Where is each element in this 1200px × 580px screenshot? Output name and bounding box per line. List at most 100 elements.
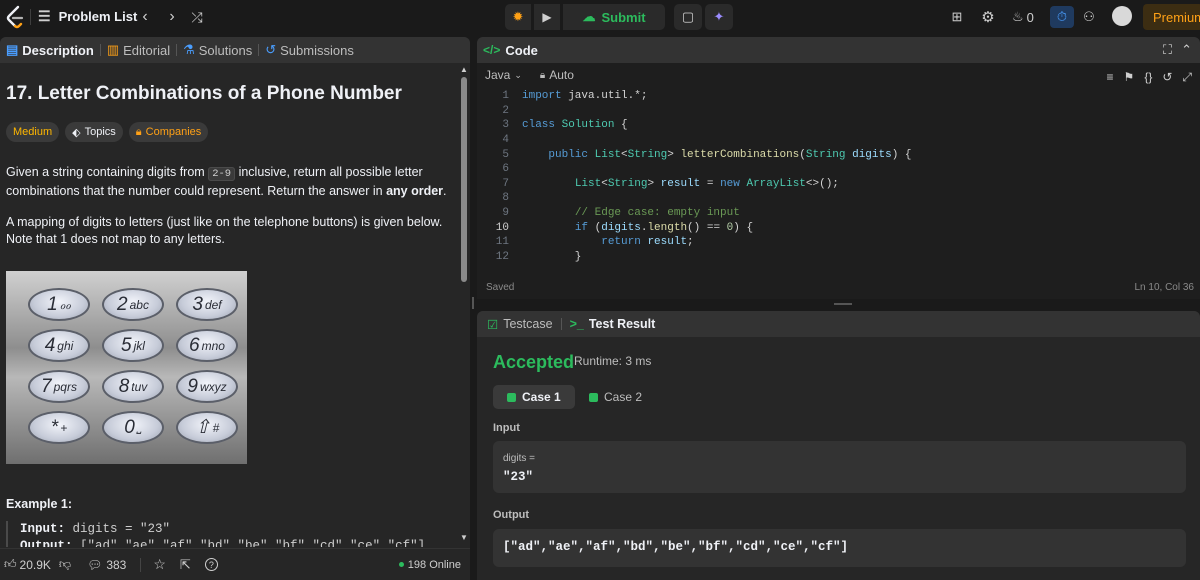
bookmark-icon[interactable]: ⚑ <box>1124 70 1135 85</box>
expand-icon[interactable]: ⛶ <box>1163 42 1172 58</box>
companies-label: Companies <box>145 126 202 138</box>
key-digit: 8 <box>118 375 130 397</box>
description-scrollbar[interactable]: ▲ ▼ <box>460 65 468 545</box>
book-icon: ▥ <box>106 42 120 57</box>
case-1-tab[interactable]: Case 1 <box>493 385 575 409</box>
add-friend-icon[interactable]: ⚇ <box>1079 7 1099 27</box>
ai-assist-button[interactable]: ✦ <box>705 4 733 30</box>
tab-editorial[interactable]: ▥ Editorial <box>101 42 176 58</box>
submit-button[interactable]: ☁ Submit <box>563 4 665 30</box>
statement-part-3: . <box>443 184 447 198</box>
result-panel: ☑ Testcase >_ Test Result Accepted Runti… <box>477 311 1200 580</box>
online-dot <box>398 562 404 567</box>
streak-count: 0 <box>1026 9 1034 25</box>
code-line[interactable]: 8 <box>477 191 1200 206</box>
terminal-icon: >_ <box>569 317 584 331</box>
braces-icon[interactable]: {} <box>1144 70 1152 85</box>
key-letters: ℴℴ <box>59 297 71 312</box>
streak-counter[interactable]: ♨ 0 <box>1012 7 1040 27</box>
phone-keypad-image: 1 ℴℴ 2 abc 3 def 4 ghi 5 jkl 6 mno 7 pqrs 8 tuv 9 wxyz * +0… <box>6 271 247 464</box>
format-icon[interactable]: ≡ <box>1107 70 1114 85</box>
code-line[interactable]: 7 List<String> result = new ArrayList<>(… <box>477 177 1200 192</box>
code-text: return result; <box>601 236 694 249</box>
tab-test-result[interactable]: >_ Test Result <box>570 317 656 331</box>
auto-mode-toggle[interactable]: 🔒︎ Auto <box>540 68 574 82</box>
key-digit: 0 <box>124 416 135 438</box>
key-digit: 1 <box>47 293 58 315</box>
example-input: digits = "23" <box>65 522 171 536</box>
avatar[interactable] <box>1112 6 1132 26</box>
key-letters: ghi <box>57 338 74 353</box>
share-icon[interactable]: ⇱ <box>180 557 191 573</box>
problem-statement: Given a string containing digits from 2-… <box>6 164 451 200</box>
fullscreen-icon[interactable]: ⤢ <box>1182 70 1192 85</box>
keypad-key: 8 tuv <box>102 370 164 403</box>
tab-description[interactable]: ▤ Description <box>0 42 100 58</box>
companies-tag[interactable]: 🔒︎ Companies <box>128 122 209 142</box>
tab-solutions[interactable]: ⚗ Solutions <box>177 42 258 58</box>
comment-count: 383 <box>106 557 127 572</box>
debug-button[interactable]: ✹ <box>505 4 531 30</box>
scroll-thumb[interactable] <box>461 77 467 282</box>
input-value: "23" <box>503 470 534 484</box>
premium-button[interactable]: Premium <box>1143 4 1200 30</box>
code-text: List<String> result = new ArrayList<>(); <box>574 177 839 190</box>
case-1-label: Case 1 <box>522 390 561 404</box>
gear-icon[interactable]: ⚙ <box>978 7 998 27</box>
tab-submissions[interactable]: ↺ Submissions <box>259 42 360 58</box>
case-2-label: Case 2 <box>604 390 643 404</box>
flask-icon: ⚗ <box>183 42 195 57</box>
layout-grid-icon[interactable]: ⊞ <box>947 7 967 27</box>
keypad-key: 1 ℴℴ <box>28 288 90 321</box>
key-digit: 2 <box>117 293 128 315</box>
key-letters: abc <box>129 297 149 312</box>
help-icon[interactable]: ? <box>204 558 218 571</box>
problem-title[interactable]: 17. Letter Combinations of a Phone Numbe… <box>6 83 451 105</box>
scroll-up-icon[interactable]: ▲ <box>460 65 468 74</box>
line-number: 2 <box>502 104 509 117</box>
code-line[interactable]: 6 <box>477 162 1200 177</box>
code-line[interactable]: 1 import java.util.*; <box>477 89 1200 104</box>
like-button[interactable]: 👍︎ 20.9K <box>4 557 51 572</box>
panel-splitter-horizontal[interactable] <box>834 303 852 305</box>
leetcode-logo-icon[interactable] <box>4 5 26 29</box>
shuffle-icon[interactable]: ⤮ <box>187 7 207 27</box>
cursor-position: Ln 10, Col 36 <box>1134 282 1195 293</box>
keypad-key: 5 jkl <box>102 329 164 362</box>
notes-button[interactable]: ▢ <box>674 4 702 30</box>
code-line[interactable]: 10 if (digits.length() == 0) { <box>477 220 1200 235</box>
code-line[interactable]: 2 <box>477 104 1200 119</box>
problem-list-link[interactable]: ☰ Problem List <box>38 8 137 25</box>
code-lines[interactable]: 1 import java.util.*; 2 3 class Solution {4 5… <box>477 89 1200 264</box>
reset-icon[interactable]: ↺ <box>1162 70 1172 85</box>
comments-button[interactable]: 💬︎ 383 <box>87 558 126 572</box>
code-line[interactable]: 12 } <box>477 250 1200 265</box>
scroll-down-icon[interactable]: ▼ <box>460 533 468 542</box>
case-2-tab[interactable]: Case 2 <box>575 385 656 409</box>
next-problem-icon[interactable]: › <box>162 7 182 27</box>
prev-problem-icon[interactable]: ‹ <box>135 7 155 27</box>
topics-tag[interactable]: ⬖ Topics <box>65 122 123 142</box>
online-count: 198 Online <box>407 558 461 571</box>
flame-icon: ♨ <box>1012 9 1024 24</box>
star-icon[interactable]: ☆ <box>153 556 166 573</box>
code-line[interactable]: 9 // Edge case: empty input <box>477 206 1200 221</box>
check-icon <box>507 392 516 402</box>
code-line[interactable]: 4 <box>477 133 1200 148</box>
panel-splitter-vertical[interactable] <box>472 297 474 309</box>
tab-editorial-label: Editorial <box>123 42 171 58</box>
dislike-button[interactable]: 👎︎ <box>59 557 71 572</box>
key-digit: 6 <box>189 334 200 356</box>
key-letters: pqrs <box>53 379 77 394</box>
input-label: Input <box>493 422 520 434</box>
code-line[interactable]: 11 return result; <box>477 235 1200 250</box>
run-button[interactable]: ▶ <box>534 4 560 30</box>
timer-icon[interactable]: ⏱ <box>1050 6 1074 28</box>
language-select[interactable]: Java ⌄ <box>485 68 522 82</box>
digit-range-code: 2-9 <box>208 167 236 181</box>
save-status: Saved <box>486 282 515 293</box>
collapse-icon[interactable]: ⌃ <box>1181 42 1192 58</box>
code-line[interactable]: 5 public List<String> letterCombinations… <box>477 147 1200 162</box>
code-line[interactable]: 3 class Solution { <box>477 118 1200 133</box>
tab-testcase[interactable]: ☑ Testcase <box>487 317 553 332</box>
